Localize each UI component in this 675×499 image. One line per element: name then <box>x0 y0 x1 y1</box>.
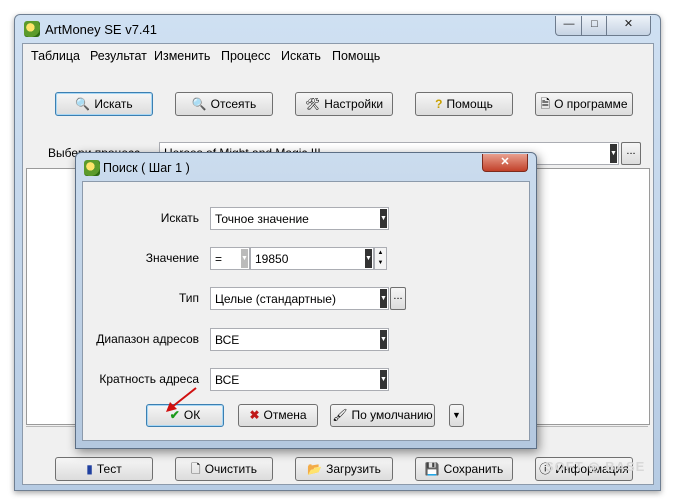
menu-process[interactable]: Процесс <box>221 49 270 63</box>
test-button-label: Тест <box>96 462 122 476</box>
minimize-button[interactable]: — <box>555 16 583 36</box>
menu-edit[interactable]: Изменить <box>154 49 210 63</box>
search-button-label: Искать <box>94 97 133 111</box>
search-type-value: Точное значение <box>215 212 309 226</box>
value-input[interactable]: 19850 ▼ <box>250 247 374 270</box>
save-button[interactable]: 💾 Сохранить <box>415 457 513 481</box>
search-button[interactable]: 🔍 Искать <box>55 92 153 116</box>
save-button-label: Сохранить <box>443 462 504 476</box>
chevron-down-icon[interactable]: ▼ <box>380 289 387 308</box>
settings-button[interactable]: 🛠 Настройки <box>295 92 393 116</box>
about-button-label: О программе <box>554 97 628 111</box>
question-icon: ? <box>435 97 443 111</box>
dialog-close-button[interactable]: ✕ <box>482 154 528 172</box>
data-type-more-button[interactable]: ... <box>390 287 406 310</box>
default-button-label: По умолчанию <box>351 408 433 422</box>
menu-table[interactable]: Таблица <box>31 49 80 63</box>
menu-bar: Таблица Результат Изменить Процесс Искат… <box>23 44 653 68</box>
test-icon: ▮ <box>86 462 93 476</box>
address-alignment-label: Кратность адреса <box>99 372 199 386</box>
address-range-label: Диапазон адресов <box>96 332 199 346</box>
menu-result[interactable]: Результат <box>90 49 147 63</box>
chevron-down-icon[interactable]: ▼ <box>241 249 248 268</box>
search-type-label: Искать <box>160 211 199 225</box>
clear-icon: 🗋 <box>191 462 201 476</box>
filter-button[interactable]: 🔍 Отсеять <box>175 92 273 116</box>
chevron-down-icon[interactable]: ▼ <box>365 249 372 268</box>
about-button[interactable]: 🗎 О программе <box>535 92 633 116</box>
maximize-button[interactable]: □ <box>581 16 608 36</box>
magnifier-icon: 🔍 <box>75 97 91 111</box>
folder-icon: 📂 <box>307 462 323 476</box>
floppy-icon: 💾 <box>424 462 440 476</box>
expand-button[interactable]: ▼ <box>449 404 464 427</box>
about-icon: 🗎 <box>540 97 551 111</box>
test-button[interactable]: ▮ Тест <box>55 457 153 481</box>
app-icon <box>24 21 40 37</box>
cancel-button-label: Отмена <box>263 408 307 422</box>
chevron-down-icon[interactable]: ▼ <box>380 330 387 349</box>
data-type-select[interactable]: Целые (стандартные) ▼ <box>210 287 389 310</box>
chevron-down-icon[interactable]: ▼ <box>380 209 387 228</box>
process-browse-button[interactable]: ... <box>621 142 641 165</box>
cancel-button[interactable]: ✖ Отмена <box>238 404 318 427</box>
search-type-select[interactable]: Точное значение ▼ <box>210 207 389 230</box>
default-button[interactable]: 🖌 По умолчанию <box>330 404 435 427</box>
annotation-arrow-icon <box>166 387 197 412</box>
filter-button-label: Отсеять <box>210 97 257 111</box>
menu-help[interactable]: Помощь <box>332 49 380 63</box>
value-input-text: 19850 <box>255 252 289 266</box>
load-button[interactable]: 📂 Загрузить <box>295 457 393 481</box>
value-label: Значение <box>145 251 199 265</box>
close-button[interactable]: ✕ <box>606 16 651 36</box>
address-alignment-select[interactable]: ВСЕ ▼ <box>210 368 389 391</box>
dialog-body: Искать Точное значение ▼ Значение = ▼ 19… <box>82 181 530 441</box>
dialog-title: Поиск ( Шаг 1 ) <box>103 161 190 175</box>
data-type-value: Целые (стандартные) <box>215 292 336 306</box>
title-bar[interactable]: ArtMoney SE v7.41 — □ ✕ <box>15 15 660 43</box>
operator-select[interactable]: = ▼ <box>210 247 250 270</box>
dialog-icon <box>84 160 100 176</box>
address-range-select[interactable]: ВСЕ ▼ <box>210 328 389 351</box>
help-button-label: Помощь <box>446 97 493 111</box>
settings-button-label: Настройки <box>324 97 384 111</box>
data-type-label: Тип <box>178 291 199 305</box>
address-alignment-value: ВСЕ <box>215 373 240 387</box>
cross-icon: ✖ <box>249 408 260 422</box>
wand-icon: 🖌 <box>332 408 348 422</box>
address-range-value: ВСЕ <box>215 333 240 347</box>
help-button[interactable]: ? Помощь <box>415 92 513 116</box>
chevron-down-icon[interactable]: ▼ <box>610 144 617 163</box>
value-spinner[interactable]: ▲ ▼ <box>374 247 387 270</box>
chevron-down-icon: ▼ <box>452 410 461 420</box>
operator-value: = <box>215 252 223 266</box>
load-button-label: Загрузить <box>326 462 381 476</box>
search-dialog: Поиск ( Шаг 1 ) ✕ Искать Точное значение… <box>75 152 537 449</box>
clear-button-label: Очистить <box>204 462 257 476</box>
menu-search[interactable]: Искать <box>281 49 321 63</box>
magnifier-icon: 🔍 <box>191 97 207 111</box>
window-title: ArtMoney SE v7.41 <box>45 22 157 37</box>
clear-button[interactable]: 🗋 Очистить <box>175 457 273 481</box>
tools-icon: 🛠 <box>304 97 321 111</box>
watermark: SOFT ◎ BASE <box>545 459 646 474</box>
chevron-down-icon[interactable]: ▼ <box>380 370 387 389</box>
